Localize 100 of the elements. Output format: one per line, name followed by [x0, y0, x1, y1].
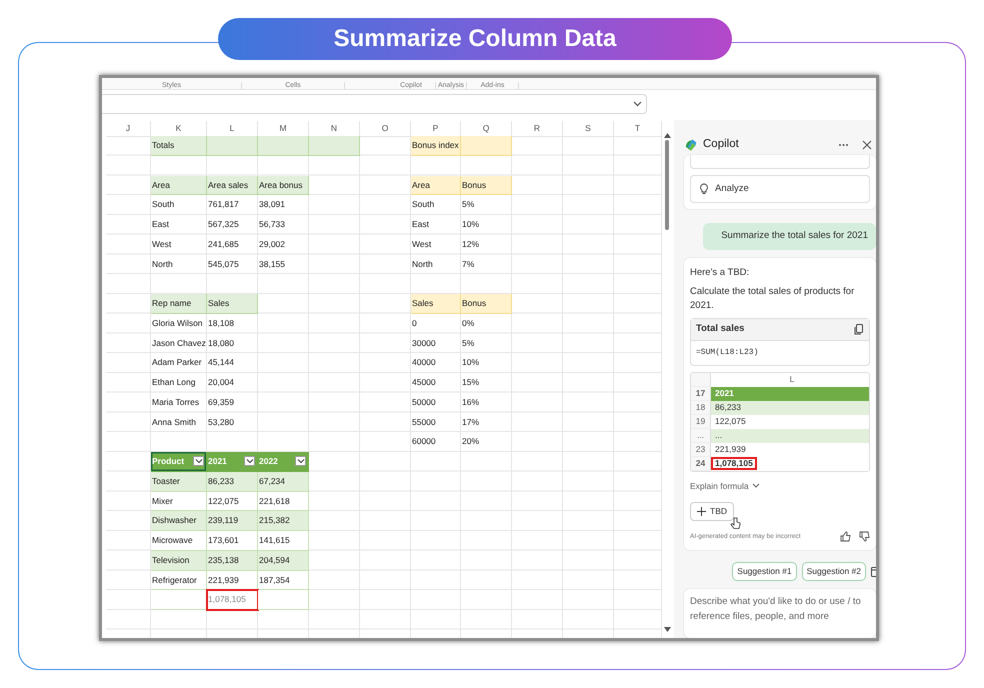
table-cell-text: 53,280	[207, 416, 235, 428]
row-number: 24	[691, 456, 711, 470]
response-text: Here's a TBD:	[690, 266, 750, 280]
prompt-button[interactable]: Analyze	[690, 175, 870, 204]
table-cell-text: West	[411, 238, 432, 251]
table-cell-text: Gloria Wilson	[151, 316, 204, 330]
table-cell-text: 241,685	[207, 238, 240, 251]
table-cell: Sales	[207, 294, 258, 314]
more-icon[interactable]	[838, 142, 849, 148]
table-cell: Mixer	[151, 492, 207, 512]
table-cell-text: 55000	[411, 416, 437, 428]
table-cell: 221,618	[258, 492, 309, 512]
table-cell-text: 15%	[461, 376, 480, 389]
chevron-down-icon	[246, 458, 254, 464]
table-cell-text: 18,108	[207, 316, 235, 330]
table-cell	[309, 136, 360, 156]
filter-button[interactable]	[295, 456, 306, 466]
table-cell-text: Jason Chavez	[151, 336, 207, 350]
user-message: Summarize the total sales for 2021	[703, 223, 876, 250]
table-cell: 221,939	[715, 444, 746, 454]
table-cell: 141,615	[258, 531, 309, 551]
table-cell-text: Anna Smith	[151, 416, 197, 428]
table-cell: 86,233	[207, 472, 258, 492]
table-cell-text: 17%	[461, 416, 480, 428]
table-cell: Sales	[411, 294, 461, 314]
row-number: 23	[691, 442, 711, 456]
table-cell: Toaster	[151, 472, 207, 492]
table-cell-text: South	[151, 198, 176, 212]
table-cell-text: North	[411, 258, 434, 270]
table-cell-text: 0%	[461, 316, 476, 330]
thumbs-down-icon[interactable]	[859, 531, 870, 542]
table-cell: Area	[151, 176, 207, 196]
header-label: 2022	[259, 455, 278, 468]
table-cell-text: 45,144	[207, 356, 235, 370]
table-cell: 221,939	[207, 570, 258, 590]
chat-input[interactable]: Describe what you'd like to do or use / to reference files, people, and more	[690, 595, 870, 632]
chevron-down-icon[interactable]	[633, 101, 642, 107]
table-cell: 235,138	[207, 550, 258, 570]
table-cell: 86,233	[715, 402, 741, 412]
table-cell: Totals	[151, 136, 207, 156]
table-cell: 122,075	[207, 492, 258, 512]
table-cell-text: 45000	[411, 376, 437, 389]
table-cell-text: 0	[411, 316, 418, 330]
table-cell-text: West	[151, 238, 172, 251]
table-cell-text: 69,359	[207, 396, 235, 409]
chevron-down-icon[interactable]	[752, 483, 760, 488]
table-cell	[207, 136, 258, 156]
table-cell-text: 761,817	[207, 198, 240, 212]
column-header[interactable]: R	[512, 121, 563, 137]
header-label: 2021	[208, 455, 227, 468]
close-icon[interactable]	[862, 140, 872, 150]
table-cell-text: North	[151, 258, 174, 270]
table-cell: Area bonus	[258, 176, 309, 196]
table-cell-text: Ethan Long	[151, 376, 196, 389]
table-cell-text: 20%	[461, 435, 480, 448]
table-cell: Area sales	[207, 176, 258, 196]
column-header[interactable]: S	[563, 121, 614, 137]
table-cell: ...	[715, 430, 722, 440]
scrollbar-thumb[interactable]	[665, 140, 669, 230]
copy-icon[interactable]	[854, 324, 864, 335]
table-cell-text: 20,004	[207, 376, 235, 389]
column-header[interactable]: O	[360, 121, 411, 137]
table-cell: Bonus index	[411, 136, 461, 156]
table-cell-text: 30000	[411, 336, 437, 350]
chevron-down-icon	[194, 458, 202, 464]
filter-button[interactable]	[193, 456, 204, 466]
table-cell: Television	[151, 550, 207, 570]
table-cell	[151, 590, 207, 610]
table-cell: 122,075	[715, 416, 746, 426]
table-cell-text: 38,091	[258, 198, 286, 212]
table-cell: Area	[411, 176, 461, 196]
explain-link[interactable]: Explain formula	[690, 480, 749, 492]
scroll-down-icon[interactable]	[664, 627, 670, 632]
column-header[interactable]: T	[614, 121, 662, 137]
filter-button[interactable]	[244, 456, 255, 466]
table-cell-text: 16%	[461, 396, 480, 409]
table-cell	[258, 590, 309, 610]
table-cell-text: 5%	[461, 336, 476, 350]
table-cell-text: Maria Torres	[151, 396, 200, 409]
table-cell-text: East	[411, 218, 430, 231]
formula-title: Total sales	[696, 322, 744, 336]
plus-icon	[697, 507, 706, 516]
table-cell-text: 545,075	[207, 258, 240, 270]
title-banner: Summarize Column Data	[218, 18, 732, 60]
table-cell: 1,078,105	[207, 590, 258, 610]
table-cell: 2021	[715, 388, 734, 398]
table-cell-text: 38,155	[258, 258, 286, 270]
table-cell-text: 50000	[411, 396, 437, 409]
column-header[interactable]: J	[106, 121, 151, 137]
suggestion-chip[interactable]: Suggestion #1	[732, 562, 797, 582]
chat-input-box[interactable]: Describe what you'd like to do or use / to reference files, people, and more	[684, 589, 876, 638]
thumbs-up-icon[interactable]	[840, 531, 851, 542]
table-cell	[258, 136, 309, 156]
scroll-up-icon[interactable]	[664, 133, 670, 138]
table-cell	[461, 136, 512, 156]
table-cell-text: 18,080	[207, 336, 235, 350]
suggestion-chip[interactable]: Suggestion #2	[802, 562, 866, 582]
table-cell: 1,078,105	[711, 456, 757, 470]
table-cell: 173,601	[207, 531, 258, 551]
table-cell-text: 12%	[461, 238, 480, 251]
